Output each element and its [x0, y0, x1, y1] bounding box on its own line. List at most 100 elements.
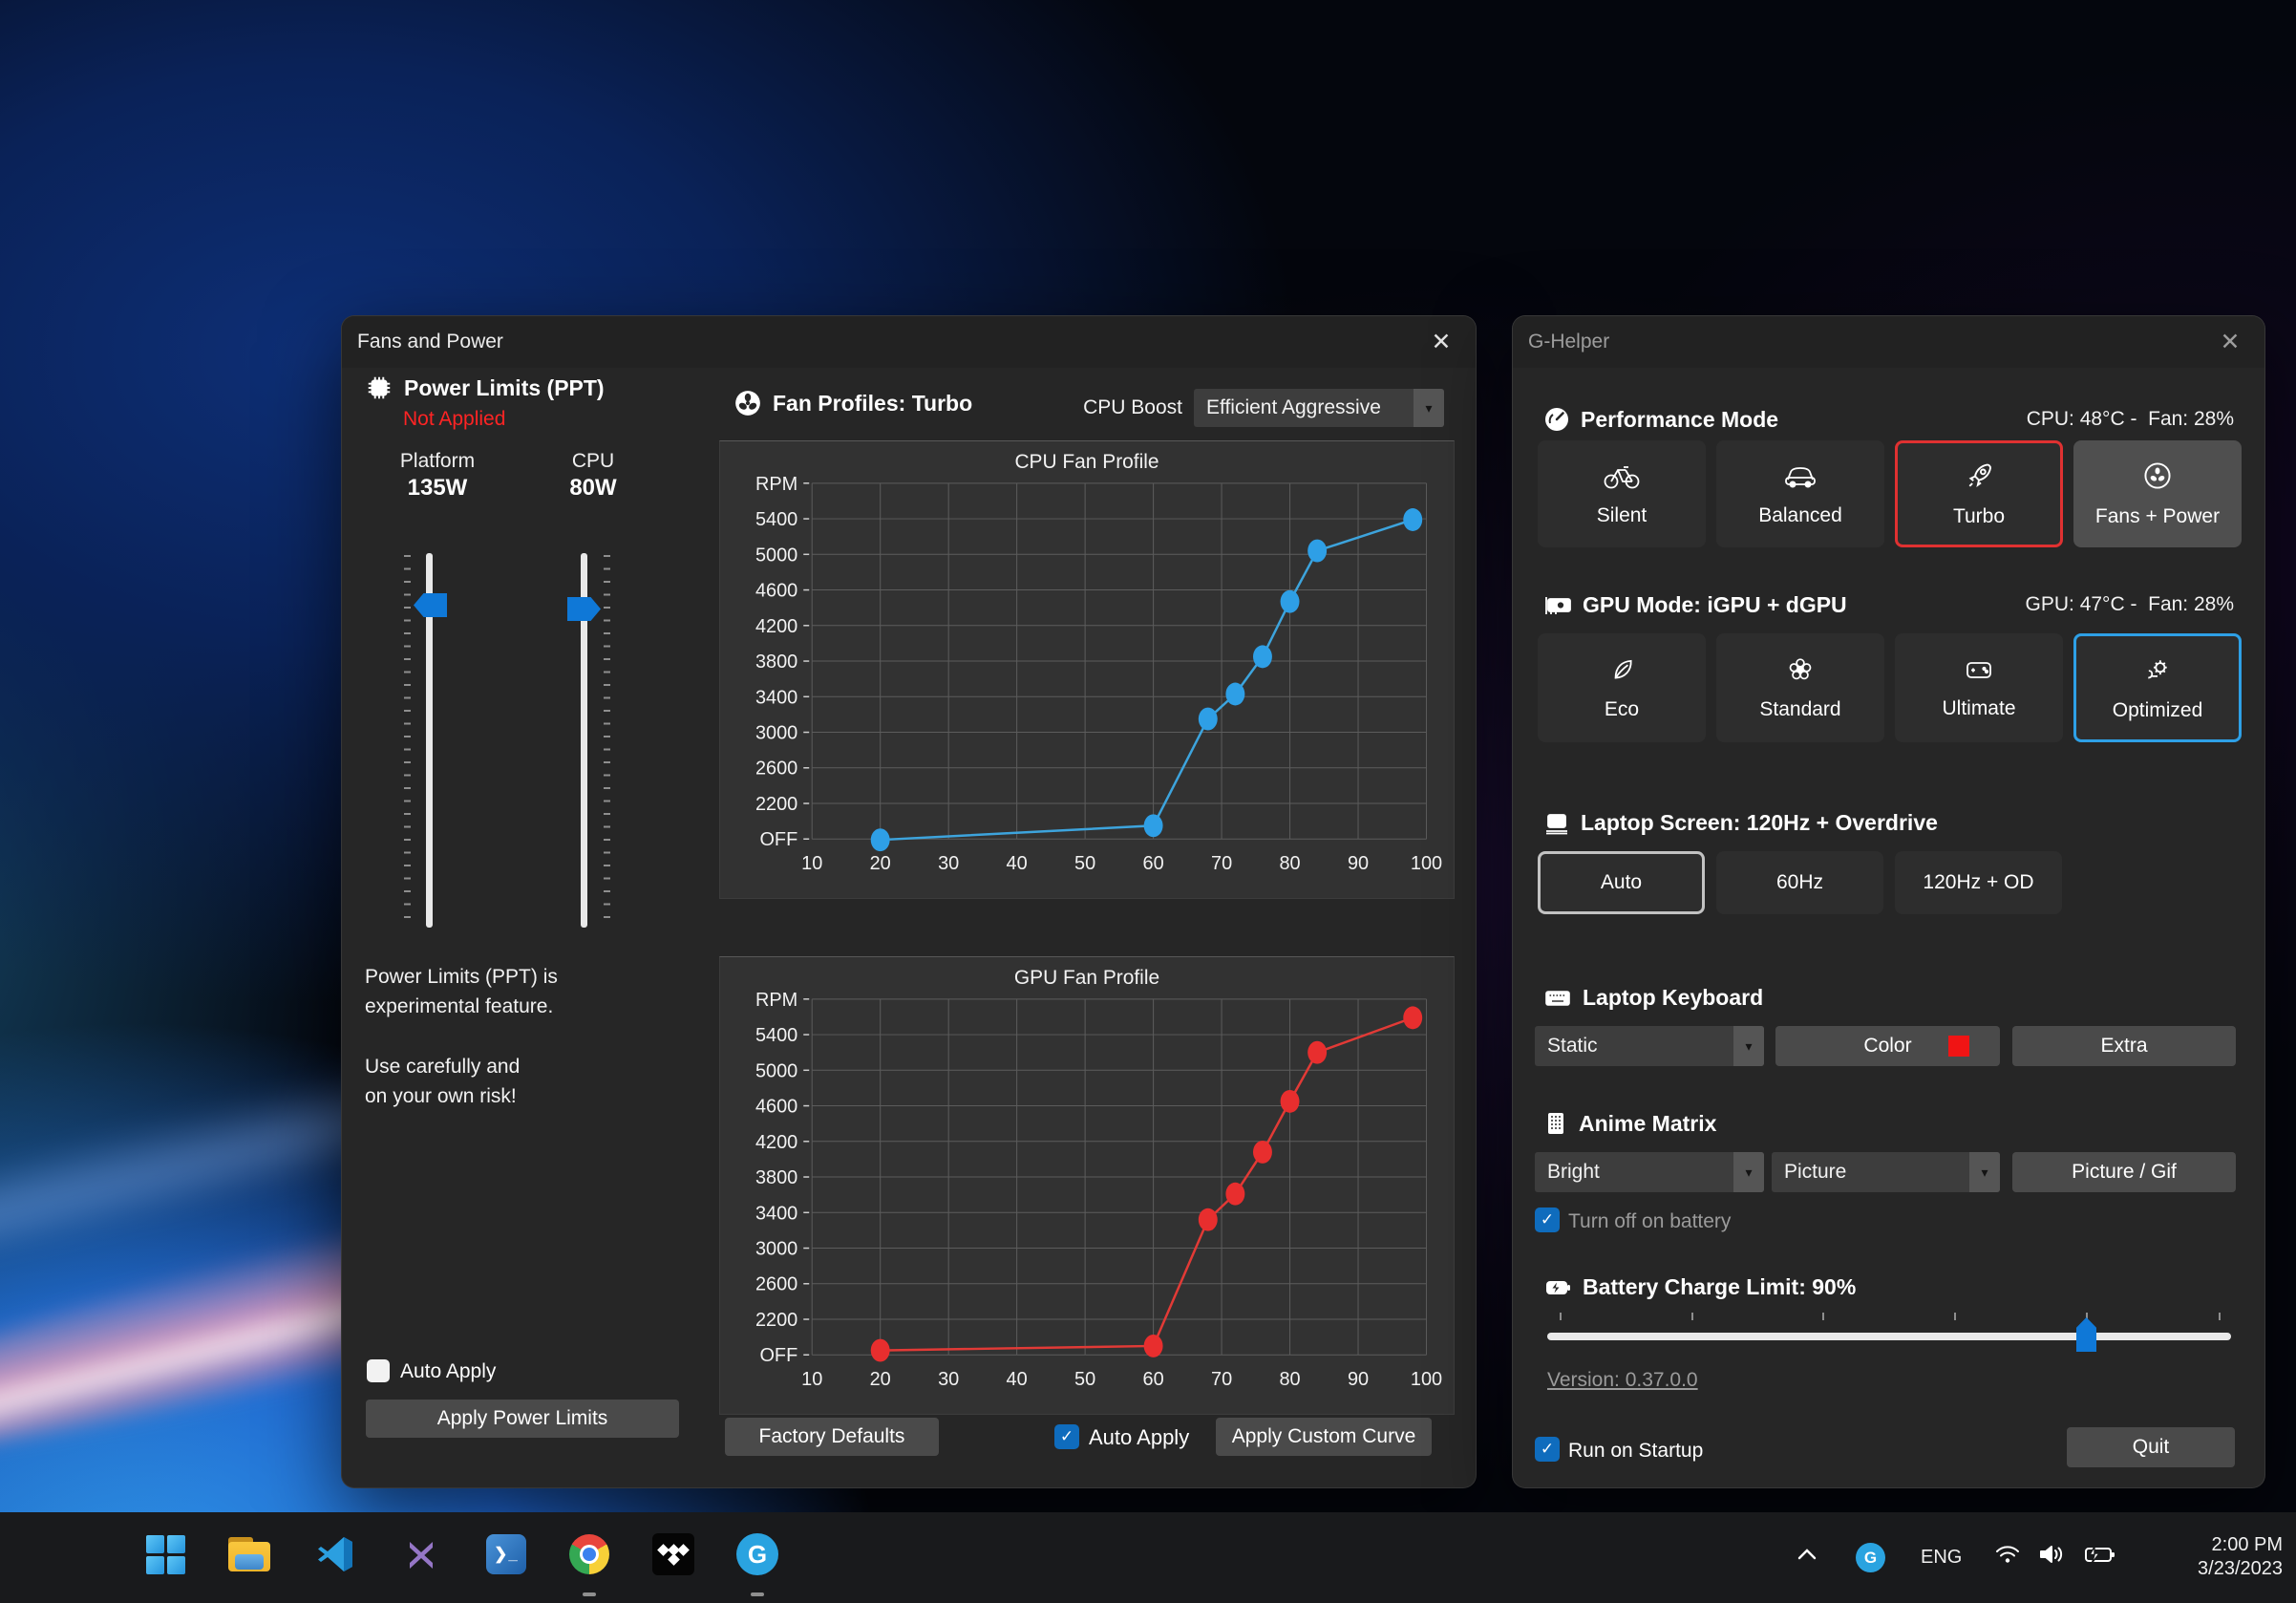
fans-window-titlebar[interactable]: Fans and Power ✕ [342, 316, 1476, 368]
svg-text:5000: 5000 [755, 545, 797, 566]
taskbar-file-explorer[interactable] [227, 1532, 271, 1576]
battery-slider-tick [1691, 1313, 1693, 1320]
cpu-boost-dropdown[interactable]: Efficient Aggressive ▾ [1194, 389, 1444, 427]
taskbar-clock[interactable]: 2:00 PM 3/23/2023 [2198, 1533, 2283, 1581]
perf-mode-silent-button[interactable]: Silent [1538, 440, 1706, 547]
battery-charge-icon [1543, 1275, 1572, 1300]
battery-slider-tick [1560, 1313, 1562, 1320]
cpu-slider-handle[interactable] [567, 597, 601, 621]
language-indicator[interactable]: ENG [1921, 1547, 1962, 1569]
battery-slider-track[interactable] [1547, 1333, 2231, 1340]
fans-and-power-window: Fans and Power ✕ Power Limits (PPT) Not … [341, 315, 1477, 1488]
keyboard-color-swatch [1948, 1036, 1969, 1057]
battery-slider-tick [1954, 1313, 1956, 1320]
gpu-fan-profile-chart[interactable]: GPU Fan ProfileRPM5400500046004200380034… [719, 956, 1455, 1415]
close-icon[interactable]: ✕ [2209, 324, 2251, 360]
apply-custom-curve-button[interactable]: Apply Custom Curve [1216, 1418, 1432, 1456]
anime-brightness-dropdown[interactable]: Bright ▾ [1535, 1152, 1764, 1192]
anime-content-dropdown[interactable]: Picture ▾ [1772, 1152, 2000, 1192]
power-limits-note-2: Use carefully and on your own risk! [365, 1052, 520, 1111]
svg-text:2600: 2600 [755, 1274, 797, 1295]
svg-text:80: 80 [1279, 1369, 1300, 1390]
chevron-down-icon[interactable]: ▾ [1969, 1152, 2000, 1192]
fan-profiles-heading: Fan Profiles: Turbo [733, 389, 972, 417]
anime-matrix-heading: Anime Matrix [1543, 1110, 1716, 1137]
ghelper-titlebar[interactable]: G-Helper ✕ [1513, 316, 2264, 368]
check-icon: ✓ [1060, 1427, 1074, 1446]
windows-logo-icon [146, 1535, 185, 1574]
screen-120hz-od-button[interactable]: 120Hz + OD [1895, 851, 2062, 914]
svg-text:3800: 3800 [755, 652, 797, 673]
desktop: Fans and Power ✕ Power Limits (PPT) Not … [0, 0, 2296, 1603]
ghelper-title: G-Helper [1528, 331, 1609, 353]
close-icon[interactable]: ✕ [1420, 324, 1462, 360]
visual-studio-icon [400, 1533, 442, 1575]
screen-icon [1543, 811, 1570, 836]
taskbar-visual-studio[interactable] [399, 1532, 443, 1576]
apply-power-limits-button[interactable]: Apply Power Limits [366, 1400, 679, 1438]
chevron-down-icon[interactable]: ▾ [1733, 1152, 1764, 1192]
svg-text:10: 10 [801, 1369, 822, 1390]
keyboard-extra-button[interactable]: Extra [2012, 1026, 2236, 1066]
flower-icon [1786, 655, 1815, 689]
svg-text:30: 30 [938, 1369, 959, 1390]
taskbar-powershell[interactable]: ❯_ [484, 1532, 528, 1576]
fan-icon [733, 389, 762, 417]
tray-g-helper-icon[interactable]: G [1856, 1543, 1885, 1572]
cpu-slider-ticks [604, 555, 610, 928]
platform-slider-ticks [404, 555, 411, 928]
laptop-screen-heading: Laptop Screen: 120Hz + Overdrive [1543, 810, 1938, 836]
taskbar-tidal[interactable] [651, 1532, 695, 1576]
rocket-icon [1964, 460, 1994, 496]
taskbar-g-helper[interactable]: G [735, 1532, 779, 1576]
speaker-icon [2037, 1542, 2066, 1567]
performance-mode-heading: Performance Mode [1543, 406, 1778, 433]
perf-mode-balanced-button[interactable]: Balanced [1716, 440, 1884, 547]
clock-date: 3/23/2023 [2198, 1557, 2283, 1581]
version-link[interactable]: Version: 0.37.0.0 [1547, 1369, 1698, 1392]
keyboard-mode-dropdown[interactable]: Static ▾ [1535, 1026, 1764, 1066]
tray-volume[interactable] [2033, 1532, 2070, 1576]
battery-slider-thumb[interactable] [2076, 1317, 2096, 1352]
chevron-down-icon[interactable]: ▾ [1414, 389, 1444, 427]
gpu-mode-eco-button[interactable]: Eco [1538, 633, 1706, 742]
gpu-mode-ultimate-button[interactable]: Ultimate [1895, 633, 2063, 742]
svg-text:60: 60 [1143, 853, 1164, 874]
svg-text:OFF: OFF [759, 1345, 797, 1366]
chrome-running-indicator [583, 1592, 596, 1596]
cpu-boost-label: CPU Boost [1043, 396, 1182, 419]
screen-60hz-button[interactable]: 60Hz [1716, 851, 1883, 914]
tray-wifi[interactable] [1991, 1532, 2024, 1576]
run-on-startup-checkbox[interactable]: ✓ [1535, 1437, 1560, 1462]
perf-mode-turbo-button[interactable]: Turbo [1895, 440, 2063, 547]
keyboard-color-button[interactable]: Color [1775, 1026, 2000, 1066]
anime-brightness-value: Bright [1535, 1161, 1733, 1184]
svg-text:80: 80 [1279, 853, 1300, 874]
car-icon [1781, 461, 1819, 495]
screen-auto-button[interactable]: Auto [1538, 851, 1705, 914]
svg-text:4200: 4200 [755, 1132, 797, 1153]
taskbar-chrome[interactable] [567, 1532, 611, 1576]
cpu-label: CPU [526, 450, 660, 473]
chevron-down-icon[interactable]: ▾ [1733, 1026, 1764, 1066]
quit-button[interactable]: Quit [2067, 1427, 2235, 1467]
anime-picture-gif-button[interactable]: Picture / Gif [2012, 1152, 2236, 1192]
taskbar-vscode[interactable] [313, 1532, 357, 1576]
check-icon: ✓ [1541, 1440, 1554, 1459]
svg-text:60: 60 [1143, 1369, 1164, 1390]
gpu-mode-optimized-button[interactable]: Optimized [2073, 633, 2242, 742]
cpu-fan-profile-chart[interactable]: CPU Fan ProfileRPM5400500046004200380034… [719, 440, 1455, 899]
factory-defaults-button[interactable]: Factory Defaults [725, 1418, 939, 1456]
platform-slider-handle[interactable] [414, 593, 447, 617]
tray-chevron-up[interactable] [1788, 1532, 1826, 1576]
svg-text:30: 30 [938, 853, 959, 874]
battery-slider-tick [2219, 1313, 2221, 1320]
perf-mode-fans-power-button[interactable]: Fans + Power [2073, 440, 2242, 547]
start-button[interactable] [143, 1532, 187, 1576]
curve-auto-apply-checkbox[interactable]: ✓ [1054, 1424, 1079, 1449]
battery-charging-icon [2082, 1543, 2116, 1566]
anime-battery-checkbox[interactable]: ✓ [1535, 1208, 1560, 1232]
power-auto-apply-checkbox[interactable] [367, 1359, 390, 1382]
gpu-mode-standard-button[interactable]: Standard [1716, 633, 1884, 742]
tray-battery[interactable] [2078, 1532, 2120, 1576]
